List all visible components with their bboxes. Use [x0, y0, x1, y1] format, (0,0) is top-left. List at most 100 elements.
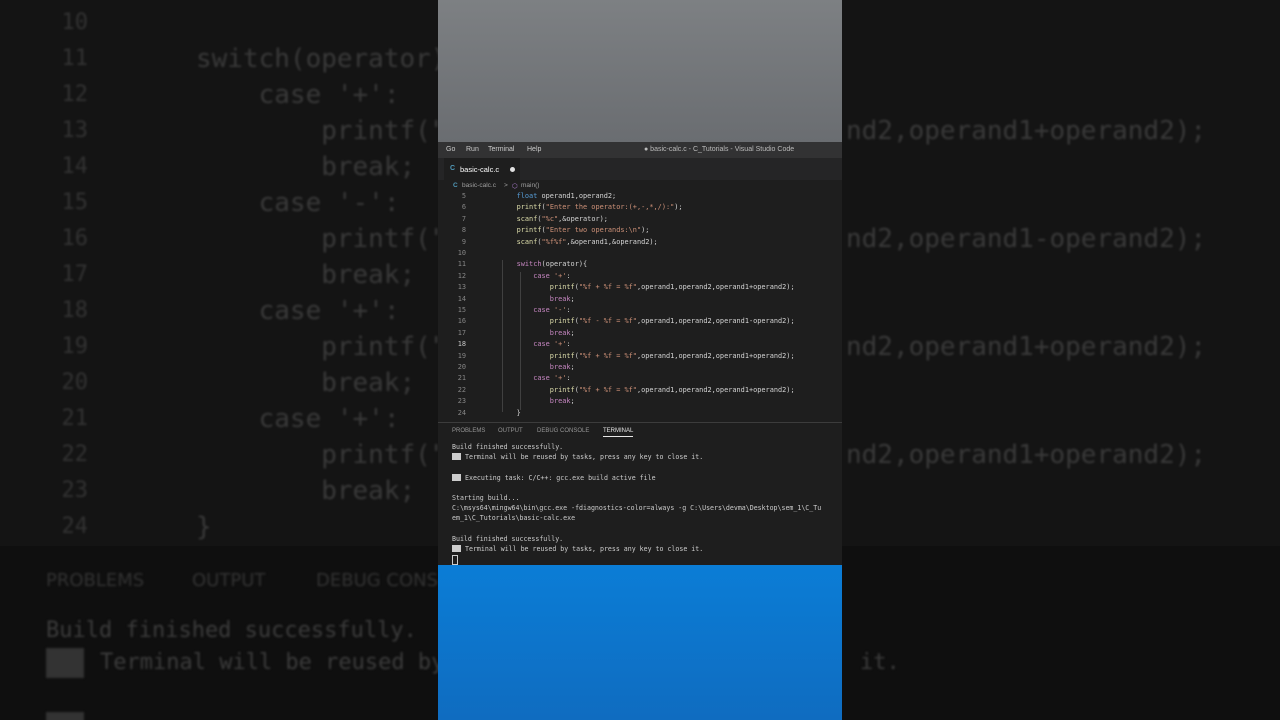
bg-terminal-line: Build finished successfully.	[46, 618, 417, 643]
code-line[interactable]: 19 printf("%f + %f = %f",operand1,operan…	[438, 352, 842, 363]
bg-panel-tab: DEBUG CONS	[316, 570, 439, 591]
bg-line-number: 24	[61, 514, 89, 539]
bg-line-number: 21	[61, 406, 89, 431]
terminal-cursor	[452, 555, 458, 565]
bg-code-line-right: nd2,operand1+operand2);	[846, 332, 1207, 362]
c-file-icon: C	[450, 165, 456, 172]
line-number: 13	[457, 283, 466, 292]
menu-go[interactable]: Go	[446, 146, 455, 153]
line-number: 6	[461, 203, 466, 212]
bg-code-line: case '+':	[196, 80, 400, 110]
tab-output[interactable]: OUTPUT	[498, 428, 523, 434]
menu-help[interactable]: Help	[527, 146, 541, 153]
bg-panel-tab: PROBLEMS	[46, 570, 145, 591]
bg-code-line: }	[196, 512, 212, 542]
bg-code-line: printf("%	[196, 332, 463, 362]
chevron-right-icon: >	[504, 182, 508, 189]
window-title: ● basic-calc.c - C_Tutorials - Visual St…	[644, 146, 795, 153]
code-line[interactable]: 22 printf("%f + %f = %f",operand1,operan…	[438, 386, 842, 397]
breadcrumb: C basic-calc.c > ⬡ main()	[438, 180, 842, 192]
menu-terminal[interactable]: Terminal	[488, 146, 514, 153]
code-line[interactable]: 10	[438, 249, 842, 260]
bg-terminal-square	[46, 712, 84, 720]
terminal-line: Build finished successfully.	[452, 535, 564, 543]
code-line[interactable]: 13 printf("%f + %f = %f",operand1,operan…	[438, 283, 842, 294]
breadcrumb-symbol[interactable]: main()	[521, 182, 539, 189]
code-line[interactable]: 9 scanf("%f%f",&operand1,&operand2);	[438, 238, 842, 249]
line-number: 8	[461, 226, 466, 235]
terminal-line: Terminal will be reused by tasks, press …	[465, 545, 704, 553]
tab-label: basic-calc.c	[460, 165, 500, 174]
tab-terminal[interactable]: TERMINAL	[603, 428, 634, 437]
code-line[interactable]: 14 break;	[438, 295, 842, 306]
code-line[interactable]: 16 printf("%f - %f = %f",operand1,operan…	[438, 317, 842, 328]
line-number: 23	[457, 397, 466, 406]
terminal-line: C:\msys64\mingw64\bin\gcc.exe -fdiagnost…	[452, 504, 822, 512]
bg-line-number: 11	[61, 46, 89, 71]
bg-line-number: 18	[61, 298, 89, 323]
bg-terminal-line: it.	[860, 650, 900, 675]
code-text: }	[500, 408, 521, 417]
code-line[interactable]: 20 break;	[438, 363, 842, 374]
code-text: printf("%f + %f = %f",operand1,operand2,…	[549, 385, 795, 394]
bg-terminal-line: Terminal will be reused by	[100, 650, 445, 675]
tab-basic-calc[interactable]: C basic-calc.c	[444, 158, 520, 180]
menu-bar: Go Run Terminal Help ● basic-calc.c - C_…	[438, 142, 842, 158]
tab-bar: C basic-calc.c	[438, 158, 842, 180]
terminal-square-icon	[452, 544, 461, 552]
code-line[interactable]: 5 float operand1,operand2;	[438, 192, 842, 203]
code-text: switch(operator){	[516, 260, 588, 269]
line-number: 9	[461, 237, 466, 246]
code-editor[interactable]: 5 float operand1,operand2; 6 printf("Ente…	[438, 192, 842, 420]
code-line[interactable]: 8 printf("Enter two operands:\n");	[438, 226, 842, 237]
terminal-square-icon	[452, 473, 461, 481]
bottom-panel: PROBLEMS OUTPUT DEBUG CONSOLE TERMINAL B…	[438, 422, 842, 566]
code-line[interactable]: 23 break;	[438, 397, 842, 408]
code-text: break;	[549, 294, 575, 303]
bg-code-line: break;	[196, 368, 416, 398]
terminal-line: Executing task: C/C++: gcc.exe build act…	[465, 474, 656, 482]
line-number: 24	[457, 408, 466, 417]
code-text: break;	[549, 328, 575, 337]
bg-terminal-square	[46, 648, 84, 678]
code-text: printf("Enter the operator:(+,-,*,/):");	[516, 203, 683, 212]
bg-code-line: switch(operator){	[196, 44, 463, 74]
unsaved-dot-icon[interactable]	[510, 167, 515, 172]
code-line[interactable]: 21 case '+':	[438, 374, 842, 385]
tab-debug-console[interactable]: DEBUG CONSOLE	[537, 428, 589, 434]
code-text: break;	[549, 363, 575, 371]
line-number: 16	[457, 317, 466, 326]
code-text: case '+':	[533, 271, 571, 280]
code-line[interactable]: 6 printf("Enter the operator:(+,-,*,/):"…	[438, 203, 842, 214]
line-number: 21	[457, 374, 466, 383]
terminal-line: Terminal will be reused by tasks, press …	[465, 453, 704, 461]
code-text: scanf("%f%f",&operand1,&operand2);	[516, 237, 658, 246]
terminal-line: em_1\C_Tutorials\basic-calc.exe	[452, 514, 576, 522]
video-column: Go Run Terminal Help ● basic-calc.c - C_…	[438, 0, 842, 720]
top-gradient	[438, 0, 842, 142]
code-line[interactable]: 12 case '+':	[438, 272, 842, 283]
code-line[interactable]: 18 case '+':	[438, 340, 842, 351]
tab-problems[interactable]: PROBLEMS	[452, 428, 485, 434]
line-number: 11	[457, 260, 466, 269]
menu-run[interactable]: Run	[466, 146, 479, 153]
line-number: 7	[461, 214, 466, 223]
c-file-icon: C	[453, 182, 458, 189]
code-line[interactable]: 17 break;	[438, 329, 842, 340]
bg-code-line-right: nd2,operand1+operand2);	[846, 440, 1207, 470]
panel-tabs: PROBLEMS OUTPUT DEBUG CONSOLE TERMINAL	[438, 423, 842, 439]
bg-panel-tab: OUTPUT	[192, 570, 266, 591]
line-number: 19	[457, 351, 466, 360]
vscode-window: Go Run Terminal Help ● basic-calc.c - C_…	[438, 142, 842, 566]
breadcrumb-file[interactable]: basic-calc.c	[462, 182, 496, 189]
code-line[interactable]: 11 switch(operator){	[438, 260, 842, 271]
terminal-square-icon	[452, 452, 461, 460]
bg-line-number: 22	[61, 442, 89, 467]
code-line[interactable]: 15 case '-':	[438, 306, 842, 317]
line-number: 18	[457, 340, 466, 349]
code-line[interactable]: 24 }	[438, 409, 842, 420]
code-line[interactable]: 7 scanf("%c",&operator);	[438, 215, 842, 226]
line-number: 10	[457, 249, 466, 257]
bg-line-number: 19	[61, 334, 89, 359]
line-number: 14	[457, 294, 466, 303]
